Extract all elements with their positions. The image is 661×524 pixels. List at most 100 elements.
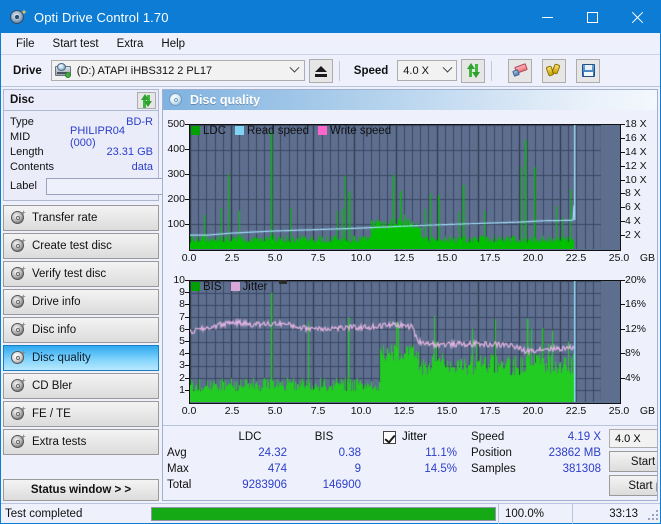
legend-label: Read speed (247, 124, 310, 137)
disc-icon (10, 434, 26, 449)
axis-tick-label: 10 (173, 274, 189, 286)
chevron-down-icon (438, 62, 456, 74)
legend-ldc: LDC (191, 125, 226, 137)
status-window-button[interactable]: Status window > > (3, 479, 159, 501)
axis-tick-label: 300 (167, 168, 189, 180)
axis-tick-label: 2 X (621, 229, 641, 242)
disc-refresh-button[interactable] (137, 91, 156, 109)
stats-row-label: Max (167, 463, 189, 475)
axis-tick-label: 15.0 (436, 252, 458, 264)
chart-bottom-y-axis-right: 4% 8% 12% 16% 20% (620, 274, 657, 404)
menu-extra[interactable]: Extra (108, 36, 153, 52)
axis-tick-label: 10.0 (350, 405, 372, 417)
title-bar: Opti Drive Control 1.70 (1, 1, 660, 33)
menu-file[interactable]: File (7, 36, 44, 52)
axis-unit-label: GB (639, 252, 655, 264)
jitter-avg: 11.1% (425, 447, 457, 459)
start-part-button[interactable]: Start part (609, 475, 657, 496)
axis-tick-label: 17.5 (479, 405, 501, 417)
axis-tick-label: 22.5 (565, 252, 587, 264)
refresh-button[interactable] (461, 58, 486, 83)
save-icon (581, 64, 595, 77)
drive-icon (54, 62, 71, 78)
disc-icon (10, 210, 26, 225)
legend-swatch (235, 126, 245, 135)
axis-tick-label: 9 (179, 286, 189, 299)
axis-tick-label: 1 (179, 383, 189, 396)
disc-type-label: Type (10, 115, 34, 128)
disc-contents-value: data (131, 160, 153, 173)
jitter-header: Jitter (383, 429, 457, 445)
chart-top-y-axis-left: 100 200 300 400 500 (163, 118, 189, 251)
body: Disc Type BD-R MID PHILIPR04 (000) Lengt… (1, 87, 660, 503)
legend-swatch (191, 126, 200, 135)
position-readout-label: Position (471, 447, 512, 459)
menu-start-test[interactable]: Start test (44, 36, 108, 52)
disc-label-row: Label (10, 176, 243, 196)
resize-grip[interactable] (646, 508, 658, 520)
axis-tick-label: 5.0 (267, 405, 283, 417)
tools-icon (545, 62, 562, 78)
stats-table: LDC BIS Avg 24.32 0.38 Max 474 9 Total 9… (167, 429, 361, 496)
erase-button[interactable] (508, 58, 533, 83)
window-controls (525, 1, 660, 33)
position-readout: Position 23862 MB (471, 445, 601, 461)
start-full-button[interactable]: Start full (609, 451, 657, 472)
app-window: Opti Drive Control 1.70 File Start test … (0, 0, 661, 524)
status-text: Test completed (5, 507, 83, 520)
legend-read-speed: Read speed (235, 125, 309, 137)
axis-tick-label: 8 (179, 298, 189, 311)
toolbar: Drive (D:) ATAPI iHBS312 2 PL17 Speed 4.… (1, 55, 660, 87)
sidebar-item-fe-te[interactable]: FE / TE (3, 401, 159, 427)
speed-readout-value: 4.19 X (567, 431, 601, 443)
sidebar-item-verify-test-disc[interactable]: Verify test disc (3, 261, 159, 287)
axis-tick-label: 4 X (621, 215, 641, 228)
test-readouts: Speed 4.19 X Position 23862 MB Samples 3… (471, 429, 601, 496)
jitter-label: Jitter (402, 431, 427, 443)
eject-button[interactable] (308, 58, 333, 83)
jitter-checkbox[interactable] (383, 430, 396, 444)
stats-row-label: Avg (167, 447, 187, 459)
drive-label: Drive (13, 64, 42, 77)
legend-swatch (191, 282, 200, 291)
test-actions: 4.0 X Start full Start part (609, 429, 657, 496)
axis-tick-label: 12.5 (393, 252, 415, 264)
tools-button[interactable] (542, 58, 567, 83)
axis-tick-label: 3 (179, 359, 189, 372)
axis-tick-label: 14 X (621, 145, 647, 158)
sidebar-item-create-test-disc[interactable]: Create test disc (3, 233, 159, 259)
disc-properties: Type BD-R MID PHILIPR04 (000) Length 23.… (4, 111, 243, 200)
sidebar-item-disc-info[interactable]: Disc info (3, 317, 159, 343)
sidebar-item-drive-info[interactable]: Drive info (3, 289, 159, 315)
axis-tick-label: 12 X (621, 159, 647, 172)
sidebar-item-extra-tests[interactable]: Extra tests (3, 429, 159, 455)
save-button[interactable] (576, 58, 601, 83)
maximize-button[interactable] (570, 1, 615, 33)
minimize-button[interactable] (525, 1, 570, 33)
axis-tick-label: 15.0 (436, 405, 458, 417)
toolbar-separator-2 (491, 60, 493, 81)
speed-select[interactable]: 4.0 X (397, 60, 458, 81)
page-title: Disc quality (190, 93, 261, 107)
menu-help[interactable]: Help (152, 36, 194, 52)
disc-length-label: Length (10, 145, 44, 158)
axis-tick-label: 5.0 (267, 252, 283, 264)
close-button[interactable] (615, 1, 660, 33)
sidebar-item-label: Extra tests (32, 436, 87, 448)
stats-header-ldc: LDC (238, 431, 262, 443)
axis-tick-label: 20.0 (522, 405, 544, 417)
sidebar-item-transfer-rate[interactable]: Transfer rate (3, 205, 159, 231)
sidebar-item-label: Transfer rate (32, 212, 98, 224)
sidebar-item-disc-quality[interactable]: Disc quality (3, 345, 159, 371)
axis-tick-label: 18 X (621, 118, 647, 130)
axis-tick-label: 17.5 (479, 252, 501, 264)
axis-tick-label: 7 (179, 310, 189, 323)
stats-max-ldc: 474 (267, 463, 287, 475)
legend-label: Jitter (242, 280, 268, 293)
sidebar-item-cd-bler[interactable]: CD Bler (3, 373, 159, 399)
jitter-max: 14.5% (424, 463, 457, 475)
axis-tick-label: 4 (179, 347, 189, 360)
test-speed-select[interactable]: 4.0 X (609, 429, 657, 448)
disc-icon (10, 322, 26, 337)
drive-select[interactable]: (D:) ATAPI iHBS312 2 PL17 (50, 60, 305, 81)
